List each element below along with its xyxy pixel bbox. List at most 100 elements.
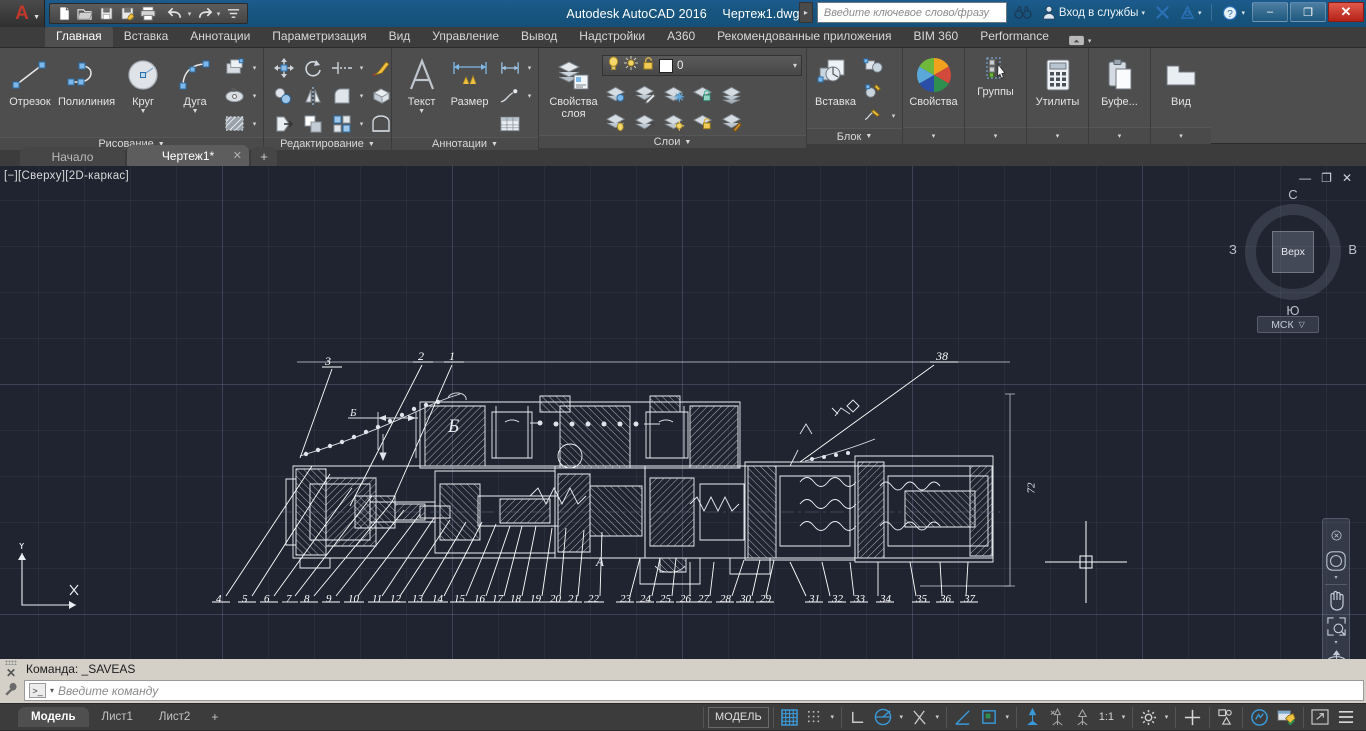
annotation-visibility-icon[interactable]	[1021, 707, 1044, 728]
panel-title-properties[interactable]: ▾	[903, 127, 964, 144]
chevron-down-icon[interactable]: ▼	[368, 141, 375, 148]
layer-on-icon[interactable]	[718, 81, 746, 107]
save-icon[interactable]	[96, 5, 116, 23]
drawing-canvas[interactable]: [−][Сверху][2D-каркас] — ❐ ✕	[0, 166, 1366, 659]
chevron-down-icon[interactable]: ▼	[192, 108, 199, 115]
tab-view[interactable]: Вид	[378, 27, 422, 47]
layer-edit-icon[interactable]	[631, 81, 659, 107]
chevron-down-icon[interactable]: ▾	[1179, 132, 1183, 140]
panel-title-modify[interactable]: Редактирование ▼	[264, 137, 391, 150]
chevron-down-icon[interactable]: ▾	[50, 686, 54, 695]
chevron-down-icon[interactable]: ▾	[250, 64, 259, 72]
layout-tab-sheet2[interactable]: Лист2	[146, 707, 203, 727]
tab-performance[interactable]: Performance	[969, 27, 1060, 47]
chevron-down-icon[interactable]: ▼	[491, 141, 498, 148]
rotate-icon[interactable]	[299, 55, 327, 81]
extrude-icon[interactable]	[367, 111, 395, 137]
layer-lock-icon[interactable]	[689, 81, 717, 107]
signin-button[interactable]: Вход в службы ▾	[1039, 2, 1148, 23]
add-icon[interactable]	[1180, 707, 1205, 728]
close-button[interactable]: ✕	[1328, 2, 1364, 22]
trim-icon[interactable]	[328, 55, 356, 81]
mirror-icon[interactable]	[299, 83, 327, 109]
ribbon-minimize-control[interactable]: ▾	[1060, 34, 1100, 47]
panel-title-clipboard[interactable]: ▾	[1089, 127, 1150, 144]
chevron-down-icon[interactable]: ▾	[1162, 713, 1171, 721]
autoscale-annotation-icon[interactable]	[1046, 707, 1069, 728]
chevron-down-icon[interactable]: ▾	[1241, 9, 1245, 17]
sun-icon[interactable]	[624, 56, 638, 75]
layer-up-icon[interactable]	[631, 109, 659, 135]
viewcube-east-label[interactable]: В	[1348, 242, 1357, 257]
chevron-down-icon[interactable]: ▾	[525, 92, 534, 100]
ortho-mode-icon[interactable]	[846, 707, 869, 728]
chevron-down-icon[interactable]: ▾	[525, 64, 534, 72]
edit-block-icon[interactable]	[860, 78, 888, 104]
file-tab-start[interactable]: Начало	[20, 147, 125, 166]
drag-handle[interactable]	[5, 660, 17, 665]
minimize-button[interactable]: –	[1252, 2, 1288, 22]
fillet-icon[interactable]	[328, 83, 356, 109]
model-space-button[interactable]: МОДЕЛЬ	[708, 707, 769, 728]
otrack-icon[interactable]	[908, 707, 931, 728]
copy-icon[interactable]	[270, 83, 298, 109]
chevron-down-icon[interactable]: ▾	[897, 713, 906, 721]
polar-tracking-icon[interactable]	[871, 707, 895, 728]
layer-properties-button[interactable]: Свойстваслоя	[545, 52, 602, 120]
tab-featured-apps[interactable]: Рекомендованные приложения	[706, 27, 902, 47]
view-cube[interactable]: Верх С Ю З В МСК ▽	[1245, 204, 1341, 300]
layer-freeze-icon[interactable]	[660, 81, 688, 107]
dimension-button[interactable]: Размер	[443, 52, 496, 108]
infocenter-expand-icon[interactable]: ▸	[799, 2, 813, 23]
search-binoculars-icon[interactable]	[1011, 2, 1035, 23]
stretch-icon[interactable]	[270, 111, 298, 137]
panel-title-view[interactable]: ▾	[1151, 127, 1211, 144]
undo-dropdown-caret[interactable]: ▾	[186, 10, 193, 18]
layer-unlock-icon[interactable]	[689, 109, 717, 135]
arc-button[interactable]: Дуга ▼	[169, 52, 221, 115]
undo-icon[interactable]	[165, 5, 185, 23]
utilities-button[interactable]: Утилиты	[1031, 52, 1084, 108]
tab-a360[interactable]: A360	[656, 27, 706, 47]
isolate-objects-icon[interactable]	[1214, 707, 1238, 728]
clipboard-button[interactable]: Буфе...	[1093, 52, 1146, 108]
tab-annotate[interactable]: Аннотации	[179, 27, 261, 47]
unlock-icon[interactable]	[642, 56, 655, 76]
create-block-icon[interactable]	[860, 53, 888, 79]
chevron-down-icon[interactable]: ▾	[889, 112, 898, 120]
view-button[interactable]: Вид	[1155, 52, 1207, 108]
orbit-icon[interactable]	[1323, 647, 1349, 659]
exchange-app-icon[interactable]	[1152, 2, 1173, 23]
ucs-selector[interactable]: МСК ▽	[1257, 316, 1319, 333]
layer-unisolate-icon[interactable]	[602, 109, 630, 135]
steering-wheel-icon[interactable]	[1323, 548, 1349, 574]
layer-isolate-icon[interactable]	[602, 81, 630, 107]
polyline-button[interactable]: Полилиния	[56, 52, 117, 108]
3dsolid-icon[interactable]	[367, 83, 395, 109]
viewcube-west-label[interactable]: З	[1229, 242, 1237, 257]
customize-icon[interactable]	[223, 5, 243, 23]
tab-bim360[interactable]: BIM 360	[903, 27, 970, 47]
chevron-down-icon[interactable]: ▾	[357, 120, 366, 128]
application-menu-button[interactable]: A ▼	[0, 0, 45, 27]
chevron-down-icon[interactable]: ▾	[1141, 9, 1145, 17]
layout-tab-sheet1[interactable]: Лист1	[89, 707, 146, 727]
chevron-down-icon[interactable]: ▼	[684, 139, 691, 146]
tab-insert[interactable]: Вставка	[113, 27, 180, 47]
search-input[interactable]: Введите ключевое слово/фразу	[817, 2, 1007, 23]
panel-title-annotation[interactable]: Аннотации ▼	[392, 137, 538, 150]
groups-button[interactable]: Группы	[969, 52, 1022, 98]
panel-title-layers[interactable]: Слои ▼	[539, 135, 806, 148]
chevron-down-icon[interactable]: ▼	[418, 108, 425, 115]
redo-dropdown-caret[interactable]: ▾	[215, 10, 222, 18]
chevron-down-icon[interactable]: ▾	[1056, 132, 1060, 140]
redo-icon[interactable]	[194, 5, 214, 23]
clean-screen-icon[interactable]	[1274, 707, 1299, 728]
open-icon[interactable]	[75, 5, 95, 23]
pan-hand-icon[interactable]	[1323, 587, 1349, 613]
properties-button[interactable]: Свойства	[907, 52, 960, 108]
new-file-tab-button[interactable]: +	[251, 147, 277, 166]
new-icon[interactable]	[54, 5, 74, 23]
chevron-down-icon[interactable]: ▾	[1118, 132, 1122, 140]
viewcube-north-label[interactable]: С	[1245, 187, 1341, 202]
